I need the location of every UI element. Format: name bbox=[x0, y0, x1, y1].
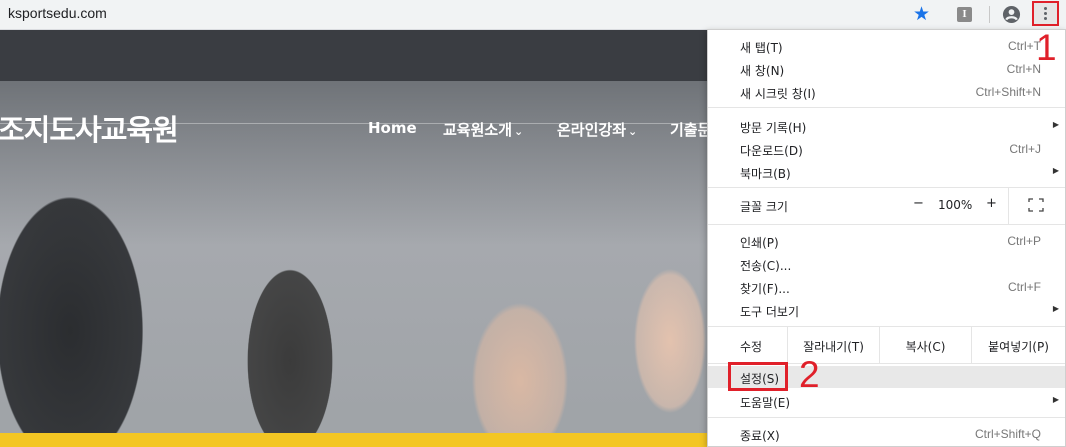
cast-label: 전송(C)... bbox=[740, 259, 792, 273]
extension-icon[interactable]: I bbox=[957, 7, 972, 22]
nav-past-exams-label: 기출문 bbox=[670, 121, 712, 139]
menu-item-bookmarks[interactable]: 북마크(B) ▶ bbox=[708, 161, 1065, 183]
find-shortcut: Ctrl+F bbox=[1008, 280, 1041, 294]
zoom-divider bbox=[1008, 188, 1009, 224]
star-icon[interactable]: ★ bbox=[913, 3, 930, 25]
submenu-arrow-icon: ▶ bbox=[1052, 395, 1059, 404]
downloads-shortcut: Ctrl+J bbox=[1009, 142, 1041, 156]
edit-row: 수정 잘라내기(T) 복사(C) 붙여넣기(P) bbox=[708, 327, 1065, 363]
menu-item-print[interactable]: 인쇄(P) Ctrl+P bbox=[708, 230, 1065, 252]
edit-label: 수정 bbox=[740, 340, 763, 354]
menu-item-new-window[interactable]: 새 창(N) Ctrl+N bbox=[708, 58, 1065, 80]
browser-toolbar: ksportsedu.com ★ I bbox=[0, 0, 1066, 30]
copy-label: 복사(C) bbox=[905, 340, 946, 354]
chevron-down-icon: ⌄ bbox=[628, 125, 638, 138]
help-label: 도움말(E) bbox=[740, 396, 791, 410]
nav-past-exams[interactable]: 기출문 bbox=[670, 119, 711, 140]
paste-button[interactable]: 붙여넣기(P) bbox=[971, 327, 1065, 363]
cut-label: 잘라내기(T) bbox=[803, 340, 864, 354]
new-incognito-shortcut: Ctrl+Shift+N bbox=[975, 85, 1041, 99]
menu-item-new-incognito[interactable]: 새 시크릿 창(I) Ctrl+Shift+N bbox=[708, 81, 1065, 103]
nav-home-label: Home bbox=[368, 119, 417, 137]
menu-item-more-tools[interactable]: 도구 더보기 ▶ bbox=[708, 299, 1065, 321]
history-label: 방문 기록(H) bbox=[740, 121, 807, 135]
more-vert-icon bbox=[1044, 7, 1047, 22]
menu-item-exit[interactable]: 종료(X) Ctrl+Shift+Q bbox=[708, 423, 1065, 445]
new-incognito-label: 새 시크릿 창(I) bbox=[740, 87, 816, 101]
menu-item-find[interactable]: 찾기(F)... Ctrl+F bbox=[708, 276, 1065, 298]
menu-item-cast[interactable]: 전송(C)... bbox=[708, 253, 1065, 275]
submenu-arrow-icon: ▶ bbox=[1052, 304, 1059, 313]
bookmarks-label: 북마크(B) bbox=[740, 167, 791, 181]
site-logo-text[interactable]: 조지도사교육원 bbox=[0, 107, 179, 149]
menu-separator bbox=[708, 417, 1065, 418]
zoom-level: 100% bbox=[938, 198, 973, 212]
print-shortcut: Ctrl+P bbox=[1007, 234, 1041, 248]
print-label: 인쇄(P) bbox=[740, 236, 779, 250]
menu-item-help[interactable]: 도움말(E) ▶ bbox=[708, 390, 1065, 412]
nav-about-label: 교육원소개 bbox=[443, 121, 513, 139]
copy-button[interactable]: 복사(C) bbox=[879, 327, 971, 363]
new-tab-label: 새 탭(T) bbox=[740, 41, 783, 55]
menu-separator bbox=[708, 187, 1065, 188]
settings-highlight-box bbox=[728, 362, 788, 391]
zoom-out-button[interactable]: − bbox=[913, 196, 924, 211]
menu-item-new-tab[interactable]: 새 탭(T) Ctrl+T bbox=[708, 35, 1065, 57]
downloads-label: 다운로드(D) bbox=[740, 144, 803, 158]
step-1-marker: 1 bbox=[1036, 27, 1057, 68]
menu-item-history[interactable]: 방문 기록(H) ▶ bbox=[708, 115, 1065, 137]
nav-home[interactable]: Home bbox=[368, 119, 417, 137]
find-label: 찾기(F)... bbox=[740, 282, 790, 296]
menu-separator bbox=[708, 224, 1065, 225]
nav-about[interactable]: 교육원소개 ⌄ bbox=[443, 119, 523, 140]
toolbar-divider bbox=[989, 6, 990, 23]
account-icon[interactable] bbox=[1002, 5, 1021, 24]
zoom-in-button[interactable]: + bbox=[986, 196, 997, 211]
submenu-arrow-icon: ▶ bbox=[1052, 120, 1059, 129]
chrome-menu-button[interactable] bbox=[1032, 1, 1059, 26]
zoom-label: 글꼴 크기 bbox=[740, 200, 788, 214]
nav-online-course-label: 온라인강좌 bbox=[557, 121, 627, 139]
exit-shortcut: Ctrl+Shift+Q bbox=[974, 427, 1041, 441]
fullscreen-icon[interactable] bbox=[1028, 198, 1044, 212]
step-2-marker: 2 bbox=[799, 354, 820, 395]
chevron-down-icon: ⌄ bbox=[514, 125, 524, 138]
paste-label: 붙여넣기(P) bbox=[988, 340, 1049, 354]
more-tools-label: 도구 더보기 bbox=[740, 305, 800, 319]
nav-online-course[interactable]: 온라인강좌 ⌄ bbox=[557, 119, 637, 140]
address-bar[interactable]: ksportsedu.com bbox=[8, 5, 107, 21]
menu-separator bbox=[708, 107, 1065, 108]
new-window-label: 새 창(N) bbox=[740, 64, 785, 78]
exit-label: 종료(X) bbox=[740, 429, 780, 443]
menu-item-downloads[interactable]: 다운로드(D) Ctrl+J bbox=[708, 138, 1065, 160]
submenu-arrow-icon: ▶ bbox=[1052, 166, 1059, 175]
